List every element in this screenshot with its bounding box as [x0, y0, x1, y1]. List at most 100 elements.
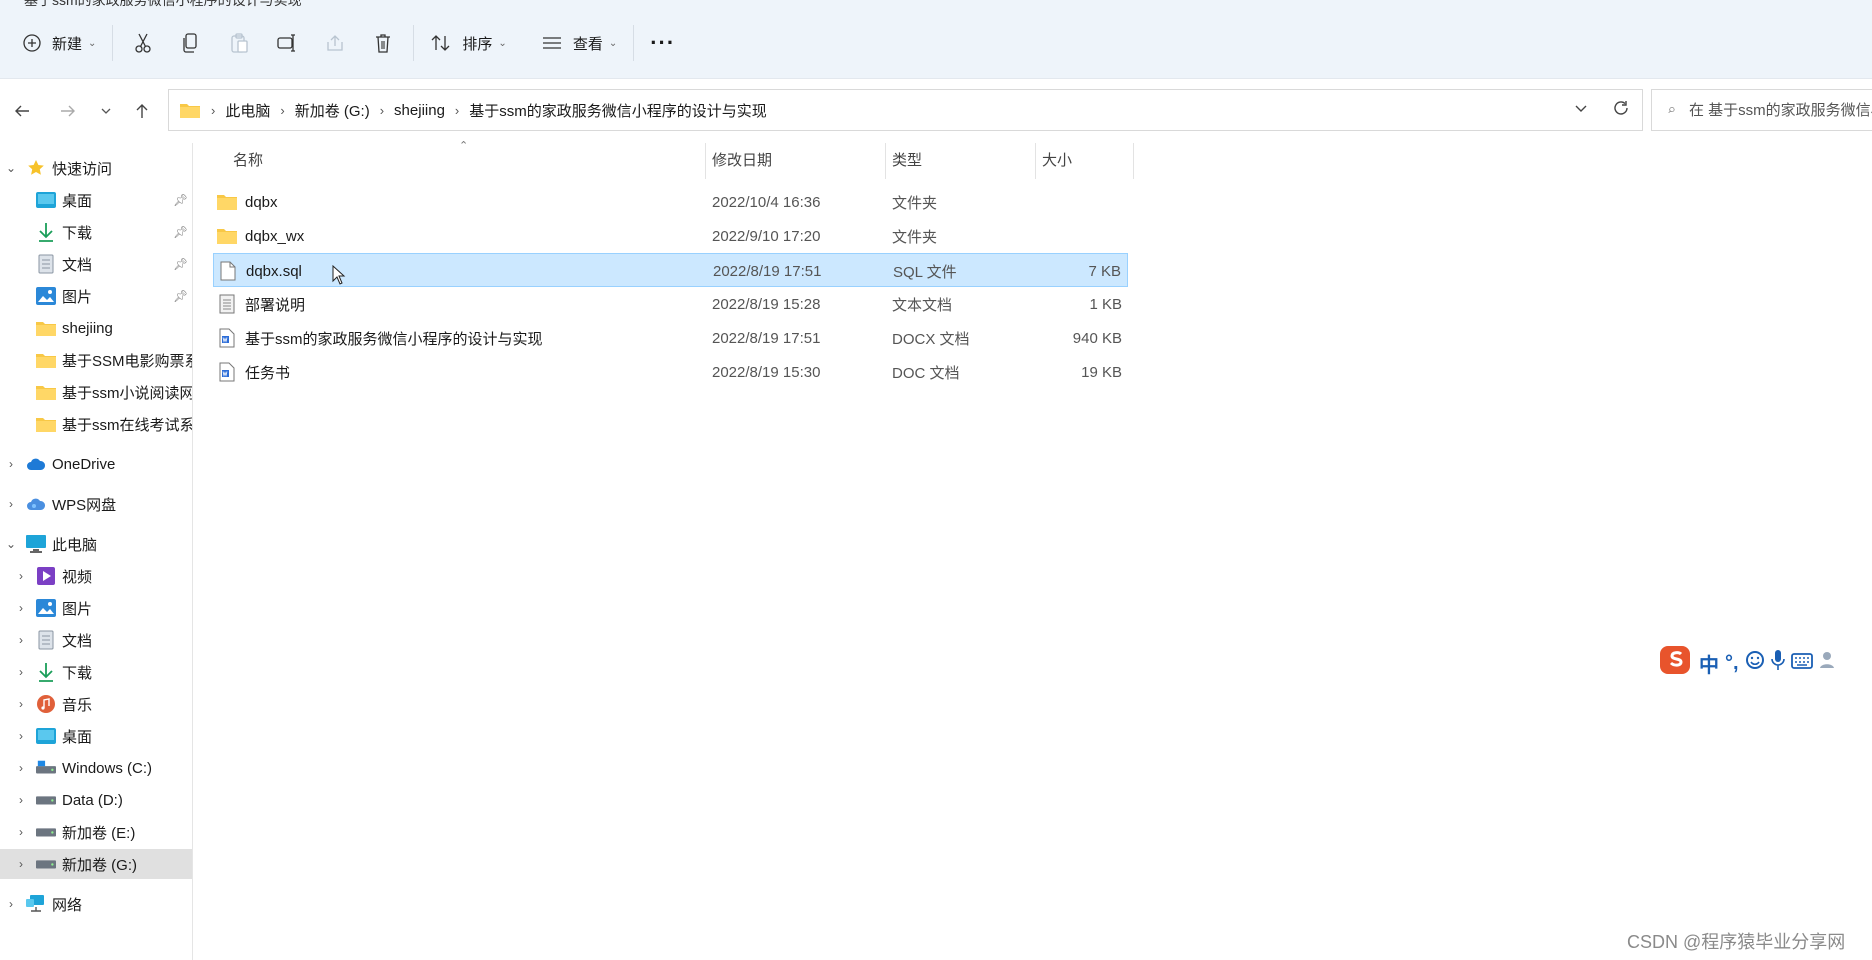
- sidebar-item-downloads[interactable]: › 下载: [0, 657, 192, 687]
- more-options-button[interactable]: ···: [640, 21, 685, 65]
- rename-button[interactable]: [263, 21, 311, 65]
- address-history-button[interactable]: [1574, 101, 1588, 119]
- chevron-down-icon[interactable]: ⌄: [4, 161, 18, 175]
- chevron-down-icon[interactable]: ⌄: [4, 537, 18, 551]
- chevron-right-icon[interactable]: ›: [4, 897, 18, 911]
- pin-icon[interactable]: 📌︎: [173, 257, 188, 271]
- file-row[interactable]: dqbx 2022/10/4 16:36 文件夹: [213, 185, 1128, 219]
- keyboard-icon[interactable]: [1790, 652, 1813, 675]
- share-button[interactable]: [311, 21, 359, 65]
- refresh-button[interactable]: [1612, 99, 1630, 121]
- sidebar-item-videos[interactable]: › 视频: [0, 561, 192, 591]
- sidebar-item-desktop[interactable]: 桌面 📌︎: [0, 185, 192, 215]
- chevron-right-icon[interactable]: ›: [14, 761, 28, 775]
- column-header-name[interactable]: 名称: [233, 143, 263, 175]
- chevron-right-icon[interactable]: ›: [4, 497, 18, 511]
- sidebar-item-pictures[interactable]: › 图片: [0, 593, 192, 623]
- file-date: 2022/8/19 17:51: [713, 262, 822, 280]
- forward-button[interactable]: [54, 97, 82, 125]
- file-row[interactable]: 任务书 2022/8/19 15:30 DOC 文档 19 KB: [213, 355, 1128, 389]
- sidebar-item-label: 快速访问: [52, 160, 113, 178]
- chevron-right-icon[interactable]: ›: [4, 457, 18, 471]
- column-divider[interactable]: [885, 143, 886, 179]
- pin-icon[interactable]: 📌︎: [173, 289, 188, 303]
- sidebar-item-shejiing[interactable]: shejiing: [0, 313, 192, 343]
- user-icon[interactable]: [1819, 650, 1839, 676]
- chevron-right-icon[interactable]: ›: [14, 729, 28, 743]
- chevron-right-icon[interactable]: ›: [14, 825, 28, 839]
- chevron-right-icon[interactable]: ›: [14, 857, 28, 871]
- sidebar-item-drive-d[interactable]: › Data (D:): [0, 785, 192, 815]
- file-type: 文件夹: [892, 228, 938, 246]
- sidebar-item-documents[interactable]: 文档 📌︎: [0, 249, 192, 279]
- sidebar-item-documents[interactable]: › 文档: [0, 625, 192, 655]
- desktop-icon: [36, 190, 56, 210]
- chevron-right-icon[interactable]: ›: [14, 601, 28, 615]
- delete-button[interactable]: [359, 21, 407, 65]
- pin-icon[interactable]: 📌︎: [173, 225, 188, 239]
- recent-locations-button[interactable]: [92, 97, 120, 125]
- paste-button[interactable]: [215, 21, 263, 65]
- chevron-right-icon[interactable]: ›: [14, 697, 28, 711]
- sidebar-item-this-pc[interactable]: ⌄ 此电脑: [0, 529, 192, 559]
- cut-button[interactable]: [119, 21, 167, 65]
- file-row[interactable]: dqbx_wx 2022/9/10 17:20 文件夹: [213, 219, 1128, 253]
- sidebar-item-desktop[interactable]: › 桌面: [0, 721, 192, 751]
- ime-mode-toggle[interactable]: 中: [1699, 649, 1719, 678]
- sidebar-item-label: 新加卷 (E:): [62, 824, 136, 842]
- breadcrumb-this-pc[interactable]: 此电脑: [219, 100, 276, 121]
- column-header-date[interactable]: 修改日期: [712, 143, 772, 175]
- sidebar-item-onedrive[interactable]: › OneDrive: [0, 449, 192, 479]
- sidebar-item-pictures[interactable]: 图片 📌︎: [0, 281, 192, 311]
- sidebar-item-folder[interactable]: 基于ssm小说阅读网站: [0, 377, 192, 407]
- breadcrumb-drive-g[interactable]: 新加卷 (G:): [289, 100, 376, 121]
- sidebar-item-folder[interactable]: 基于SSM电影购票系统: [0, 345, 192, 375]
- sidebar-item-drive-c[interactable]: › Windows (C:): [0, 753, 192, 783]
- chevron-right-icon[interactable]: ›: [14, 633, 28, 647]
- view-button-label: 查看: [572, 35, 603, 53]
- chevron-right-icon[interactable]: ›: [14, 793, 28, 807]
- ime-punctuation-toggle[interactable]: °,: [1725, 652, 1739, 675]
- sidebar-item-quick-access[interactable]: ⌄ 快速访问: [0, 153, 192, 183]
- sidebar-item-downloads[interactable]: 下载 📌︎: [0, 217, 192, 247]
- breadcrumb-current-folder[interactable]: 基于ssm的家政服务微信小程序的设计与实现: [463, 100, 773, 121]
- column-header-type[interactable]: 类型: [892, 143, 922, 175]
- breadcrumb-shejiing[interactable]: shejiing: [388, 102, 451, 119]
- sidebar-item-folder[interactable]: 基于ssm在线考试系统: [0, 409, 192, 439]
- new-button-label: 新建: [52, 35, 83, 53]
- chevron-right-icon: ›: [454, 102, 460, 118]
- search-input[interactable]: [1687, 100, 1872, 120]
- sidebar-item-music[interactable]: › 音乐: [0, 689, 192, 719]
- column-divider[interactable]: [1035, 143, 1036, 179]
- sidebar-item-drive-e[interactable]: › 新加卷 (E:): [0, 817, 192, 847]
- search-box[interactable]: [1651, 89, 1872, 131]
- column-header-size[interactable]: 大小: [1042, 143, 1072, 175]
- more-icon: ···: [650, 30, 676, 55]
- up-button[interactable]: [128, 97, 156, 125]
- file-row[interactable]: 部署说明 2022/8/19 15:28 文本文档 1 KB: [213, 287, 1128, 321]
- back-button[interactable]: [8, 97, 36, 125]
- file-row[interactable]: 基于ssm的家政服务微信小程序的设计与实现 2022/8/19 17:51 DO…: [213, 321, 1128, 355]
- new-button[interactable]: 新建 ⌄: [12, 21, 106, 65]
- sidebar-item-wps-drive[interactable]: › WPS网盘: [0, 489, 192, 519]
- file-row-selected[interactable]: dqbx.sql 2022/8/19 17:51 SQL 文件 7 KB: [213, 253, 1128, 287]
- sidebar-item-label: 桌面: [62, 192, 93, 210]
- sort-button[interactable]: 排序 ⌄: [420, 21, 516, 65]
- toolbar-divider: [112, 25, 114, 61]
- column-divider[interactable]: [1133, 143, 1134, 179]
- copy-button[interactable]: [167, 21, 215, 65]
- address-bar[interactable]: › 此电脑 › 新加卷 (G:) › shejiing › 基于ssm的家政服务…: [168, 89, 1643, 131]
- sidebar-item-drive-g[interactable]: › 新加卷 (G:): [0, 849, 192, 879]
- view-button[interactable]: 查看 ⌄: [531, 21, 627, 65]
- chevron-right-icon[interactable]: ›: [14, 569, 28, 583]
- scissors-icon: [135, 33, 152, 53]
- sogou-logo-icon[interactable]: [1659, 644, 1693, 682]
- drive-icon: [36, 854, 56, 874]
- chevron-right-icon[interactable]: ›: [14, 665, 28, 679]
- file-type: SQL 文件: [893, 263, 957, 281]
- sidebar-item-network[interactable]: › 网络: [0, 889, 192, 919]
- microphone-icon[interactable]: [1770, 649, 1785, 677]
- emoji-icon[interactable]: [1745, 650, 1765, 676]
- pin-icon[interactable]: 📌︎: [173, 193, 188, 207]
- column-divider[interactable]: [705, 143, 706, 179]
